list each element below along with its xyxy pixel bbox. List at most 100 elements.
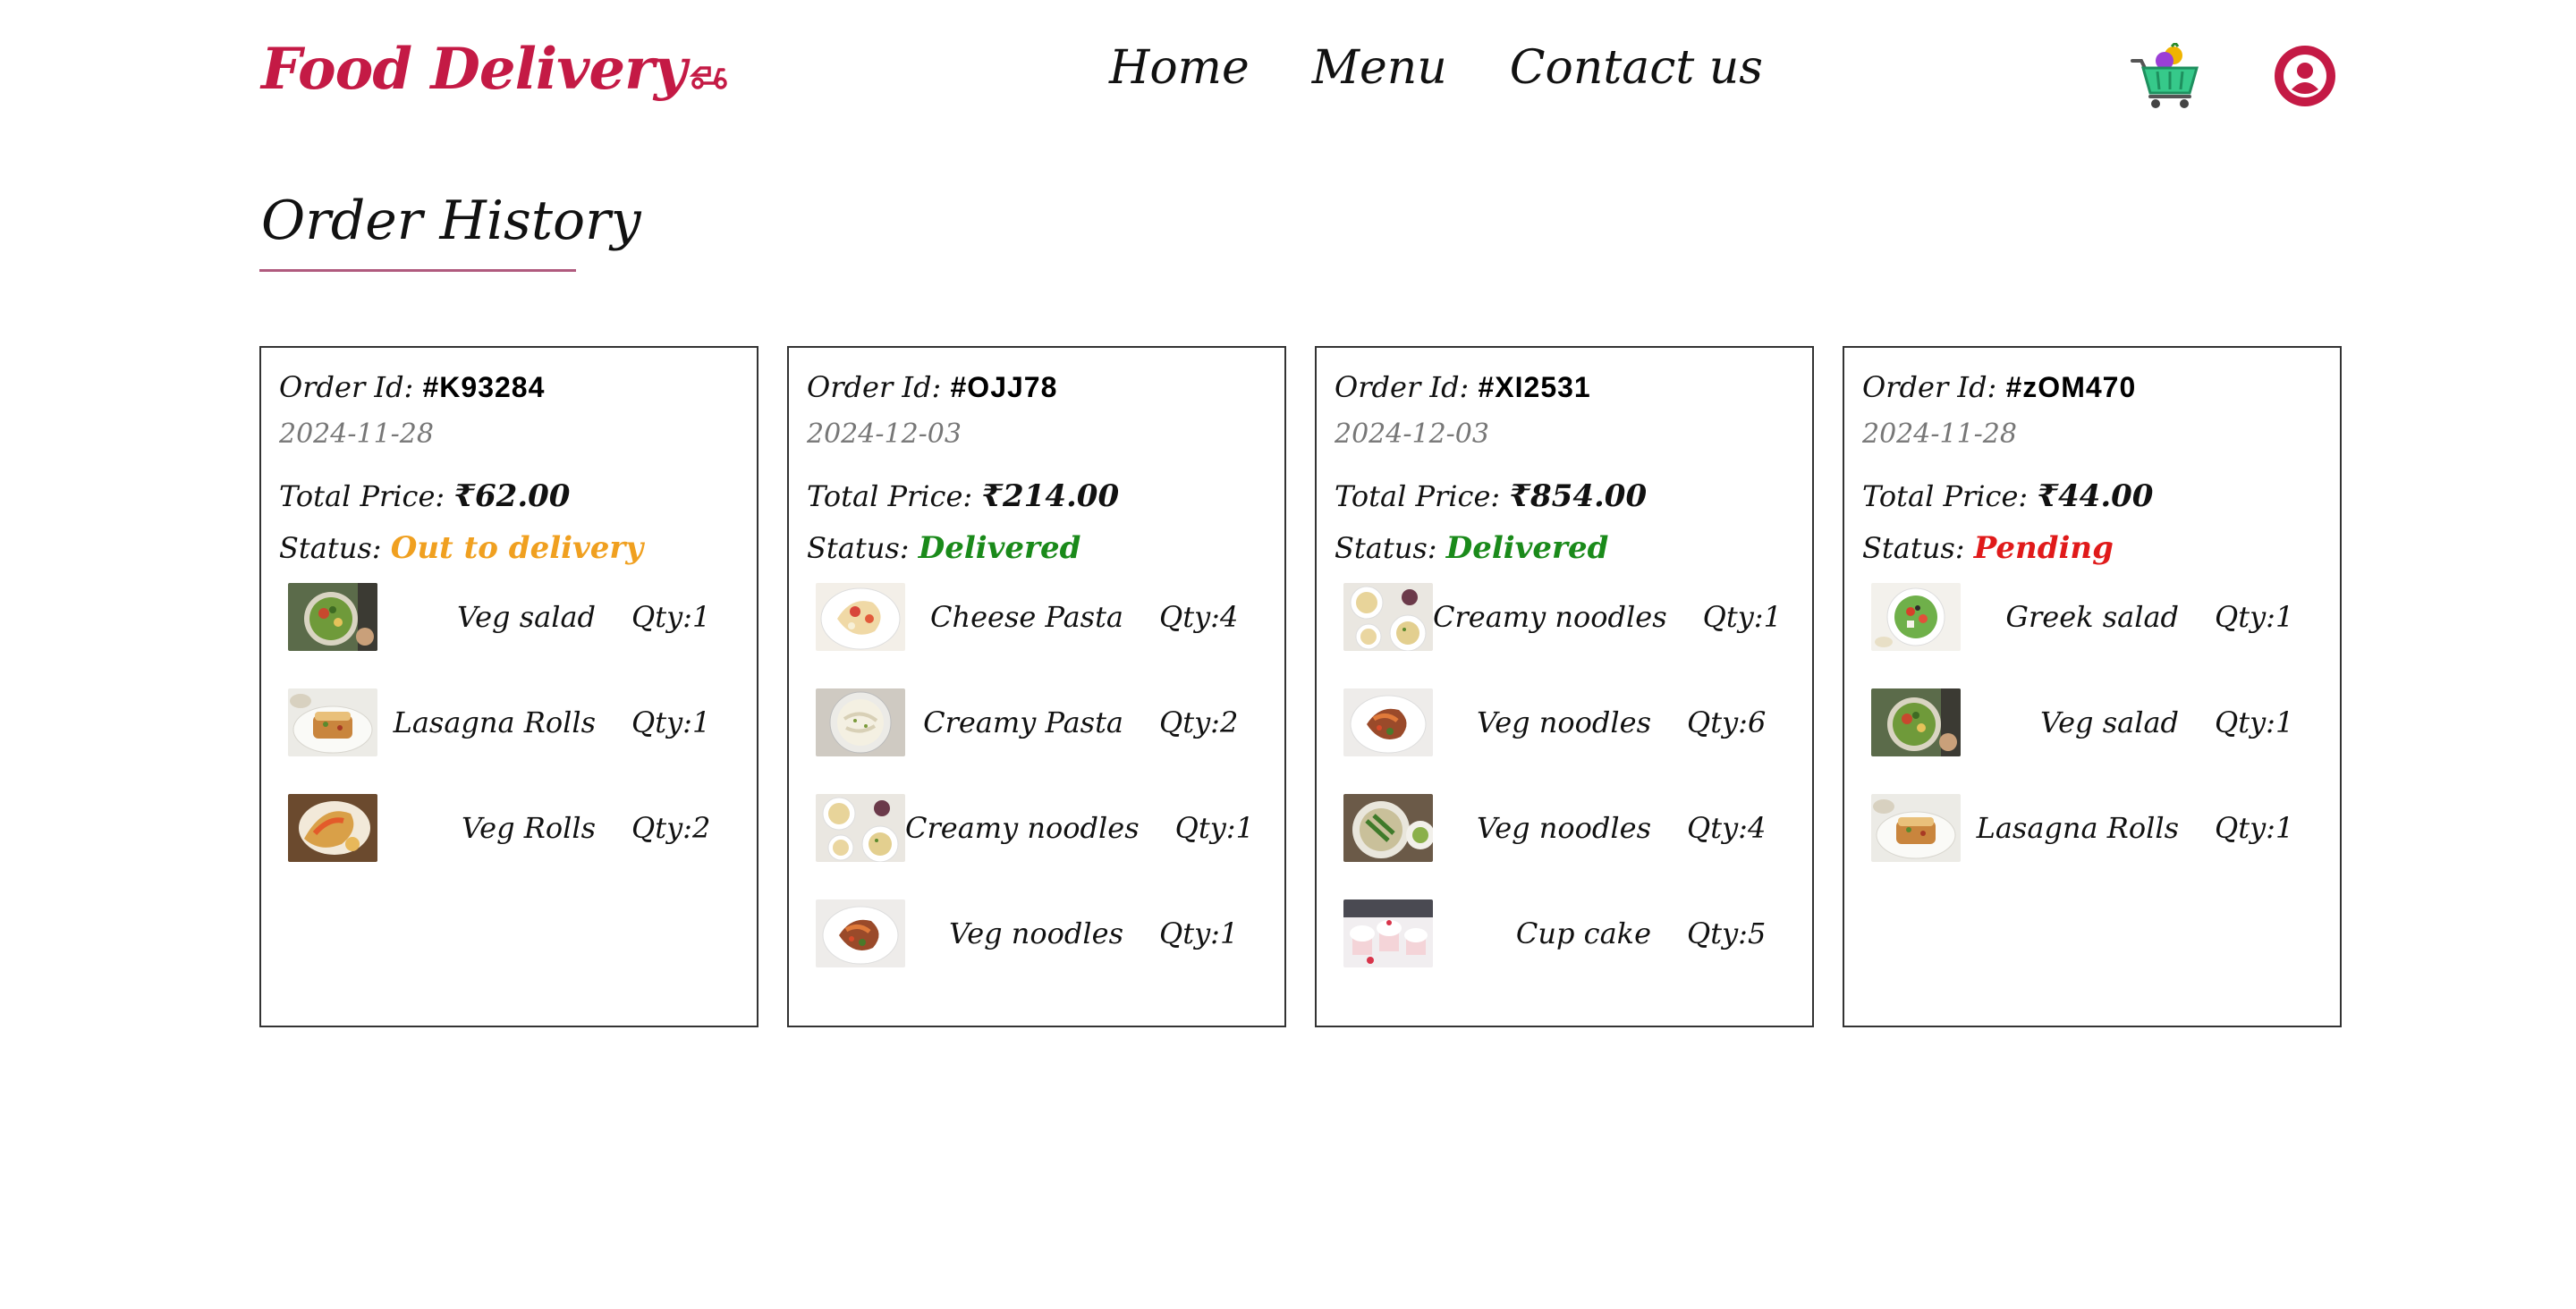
order-id-row: Order Id: #XI2531 xyxy=(1335,369,1794,405)
order-item: Greek salad Qty:1 xyxy=(1862,580,2322,654)
order-item: Lasagna Rolls Qty:1 xyxy=(1862,791,2322,865)
item-name: Veg noodles xyxy=(1477,705,1651,739)
status-badge: Delivered xyxy=(918,530,1081,566)
order-item: Creamy noodles Qty:1 xyxy=(1335,580,1794,654)
order-item: Veg noodles Qty:1 xyxy=(807,897,1267,970)
item-qty: Qty:1 xyxy=(2215,811,2294,845)
order-item: Veg noodles Qty:4 xyxy=(1335,791,1794,865)
navbar: Food Delivery Home Menu Contact us xyxy=(0,0,2576,152)
profile-button[interactable] xyxy=(2274,45,2336,107)
item-qty: Qty:4 xyxy=(1687,811,1767,845)
total-price-row: Total Price: ₹62.00 xyxy=(279,478,739,514)
order-card: Order Id: #XI2531 2024-12-03 Total Price… xyxy=(1315,346,1814,1027)
item-qty: Qty:1 xyxy=(1174,811,1254,845)
order-items-list: Cheese Pasta Qty:4 Creamy Pasta Qty:2 Cr… xyxy=(807,580,1267,970)
order-id-label: Order Id: xyxy=(1862,370,1997,404)
total-price-row: Total Price: ₹44.00 xyxy=(1862,478,2322,514)
order-item: Cup cake Qty:5 xyxy=(1335,897,1794,970)
item-name: Greek salad xyxy=(2005,600,2179,634)
status-badge: Out to delivery xyxy=(390,530,644,566)
lasagna-plate-thumbnail xyxy=(1871,794,1961,862)
order-id-row: Order Id: #K93284 xyxy=(279,369,739,405)
total-price-value: ₹62.00 xyxy=(453,478,571,514)
scooter-icon xyxy=(690,66,727,89)
status-row: Status: Out to delivery xyxy=(279,530,739,566)
main-nav: Home Menu Contact us xyxy=(1109,41,1763,95)
item-qty: Qty:1 xyxy=(2215,600,2294,634)
status-row: Status: Delivered xyxy=(807,530,1267,566)
item-qty: Qty:2 xyxy=(631,811,711,845)
brand-logo[interactable]: Food Delivery xyxy=(261,36,729,103)
order-item: Veg salad Qty:1 xyxy=(279,580,739,654)
creamy-bowl-thumbnail xyxy=(816,688,905,756)
order-items-list: Veg salad Qty:1 Lasagna Rolls Qty:1 Veg … xyxy=(279,580,739,865)
total-price-row: Total Price: ₹854.00 xyxy=(1335,478,1794,514)
pasta-plate-thumbnail xyxy=(816,583,905,651)
status-label: Status: xyxy=(279,531,382,565)
order-id-value: #OJJ78 xyxy=(950,371,1058,403)
item-name: Cup cake xyxy=(1515,916,1651,950)
greek-salad-bowl-thumbnail xyxy=(1871,583,1961,651)
order-card: Order Id: #zOM470 2024-11-28 Total Price… xyxy=(1843,346,2342,1027)
order-date: 2024-12-03 xyxy=(807,418,962,450)
status-badge: Delivered xyxy=(1445,530,1609,566)
order-id-value: #K93284 xyxy=(422,371,546,403)
order-id-row: Order Id: #zOM470 xyxy=(1862,369,2322,405)
item-name: Lasagna Rolls xyxy=(1976,811,2179,845)
item-name: Lasagna Rolls xyxy=(393,705,596,739)
shopping-cart-icon xyxy=(2131,40,2199,108)
order-item: Creamy Pasta Qty:2 xyxy=(807,686,1267,759)
page-title: Order History xyxy=(261,190,641,252)
nav-home-link[interactable]: Home xyxy=(1109,41,1250,95)
order-item: Lasagna Rolls Qty:1 xyxy=(279,686,739,759)
order-id-row: Order Id: #OJJ78 xyxy=(807,369,1267,405)
total-price-value: ₹854.00 xyxy=(1509,478,1648,514)
noodle-plates-thumbnail xyxy=(816,794,905,862)
order-item: Creamy noodles Qty:1 xyxy=(807,791,1267,865)
salad-bowl-thumbnail xyxy=(288,583,377,651)
order-date: 2024-11-28 xyxy=(279,418,434,450)
salad-bowl-thumbnail xyxy=(1871,688,1961,756)
nav-contact-link[interactable]: Contact us xyxy=(1510,41,1763,95)
rolls-thumbnail xyxy=(288,794,377,862)
item-qty: Qty:5 xyxy=(1687,916,1767,950)
logo-text: Food Delivery xyxy=(261,36,687,103)
item-name: Creamy noodles xyxy=(905,811,1140,845)
status-row: Status: Pending xyxy=(1862,530,2322,566)
green-noodle-bowl-thumbnail xyxy=(1343,794,1433,862)
item-name: Veg salad xyxy=(456,600,596,634)
order-id-value: #XI2531 xyxy=(1478,371,1591,403)
item-qty: Qty:1 xyxy=(631,705,711,739)
status-badge: Pending xyxy=(1973,530,2114,566)
title-underline xyxy=(259,269,576,272)
status-label: Status: xyxy=(807,531,910,565)
order-item: Cheese Pasta Qty:4 xyxy=(807,580,1267,654)
item-name: Veg salad xyxy=(2039,705,2179,739)
lasagna-plate-thumbnail xyxy=(288,688,377,756)
item-qty: Qty:4 xyxy=(1159,600,1239,634)
orders-grid: Order Id: #K93284 2024-11-28 Total Price… xyxy=(259,346,2342,1027)
order-date: 2024-11-28 xyxy=(1862,418,2017,450)
total-price-label: Total Price: xyxy=(1335,479,1501,513)
cart-button[interactable] xyxy=(2131,40,2202,109)
order-id-label: Order Id: xyxy=(807,370,942,404)
item-name: Veg noodles xyxy=(949,916,1123,950)
item-qty: Qty:1 xyxy=(1159,916,1239,950)
nav-menu-link[interactable]: Menu xyxy=(1312,41,1447,95)
item-qty: Qty:1 xyxy=(631,600,711,634)
order-items-list: Creamy noodles Qty:1 Veg noodles Qty:6 V… xyxy=(1335,580,1794,970)
total-price-row: Total Price: ₹214.00 xyxy=(807,478,1267,514)
total-price-label: Total Price: xyxy=(807,479,973,513)
order-item: Veg salad Qty:1 xyxy=(1862,686,2322,759)
total-price-value: ₹44.00 xyxy=(2037,478,2154,514)
item-qty: Qty:1 xyxy=(2215,705,2294,739)
cupcakes-thumbnail xyxy=(1343,899,1433,967)
item-qty: Qty:1 xyxy=(1702,600,1782,634)
order-date: 2024-12-03 xyxy=(1335,418,1489,450)
item-name: Creamy noodles xyxy=(1433,600,1667,634)
order-card: Order Id: #K93284 2024-11-28 Total Price… xyxy=(259,346,758,1027)
veg-noodle-plate-thumbnail xyxy=(816,899,905,967)
item-qty: Qty:2 xyxy=(1159,705,1239,739)
item-qty: Qty:6 xyxy=(1687,705,1767,739)
order-items-list: Greek salad Qty:1 Veg salad Qty:1 Lasagn… xyxy=(1862,580,2322,865)
